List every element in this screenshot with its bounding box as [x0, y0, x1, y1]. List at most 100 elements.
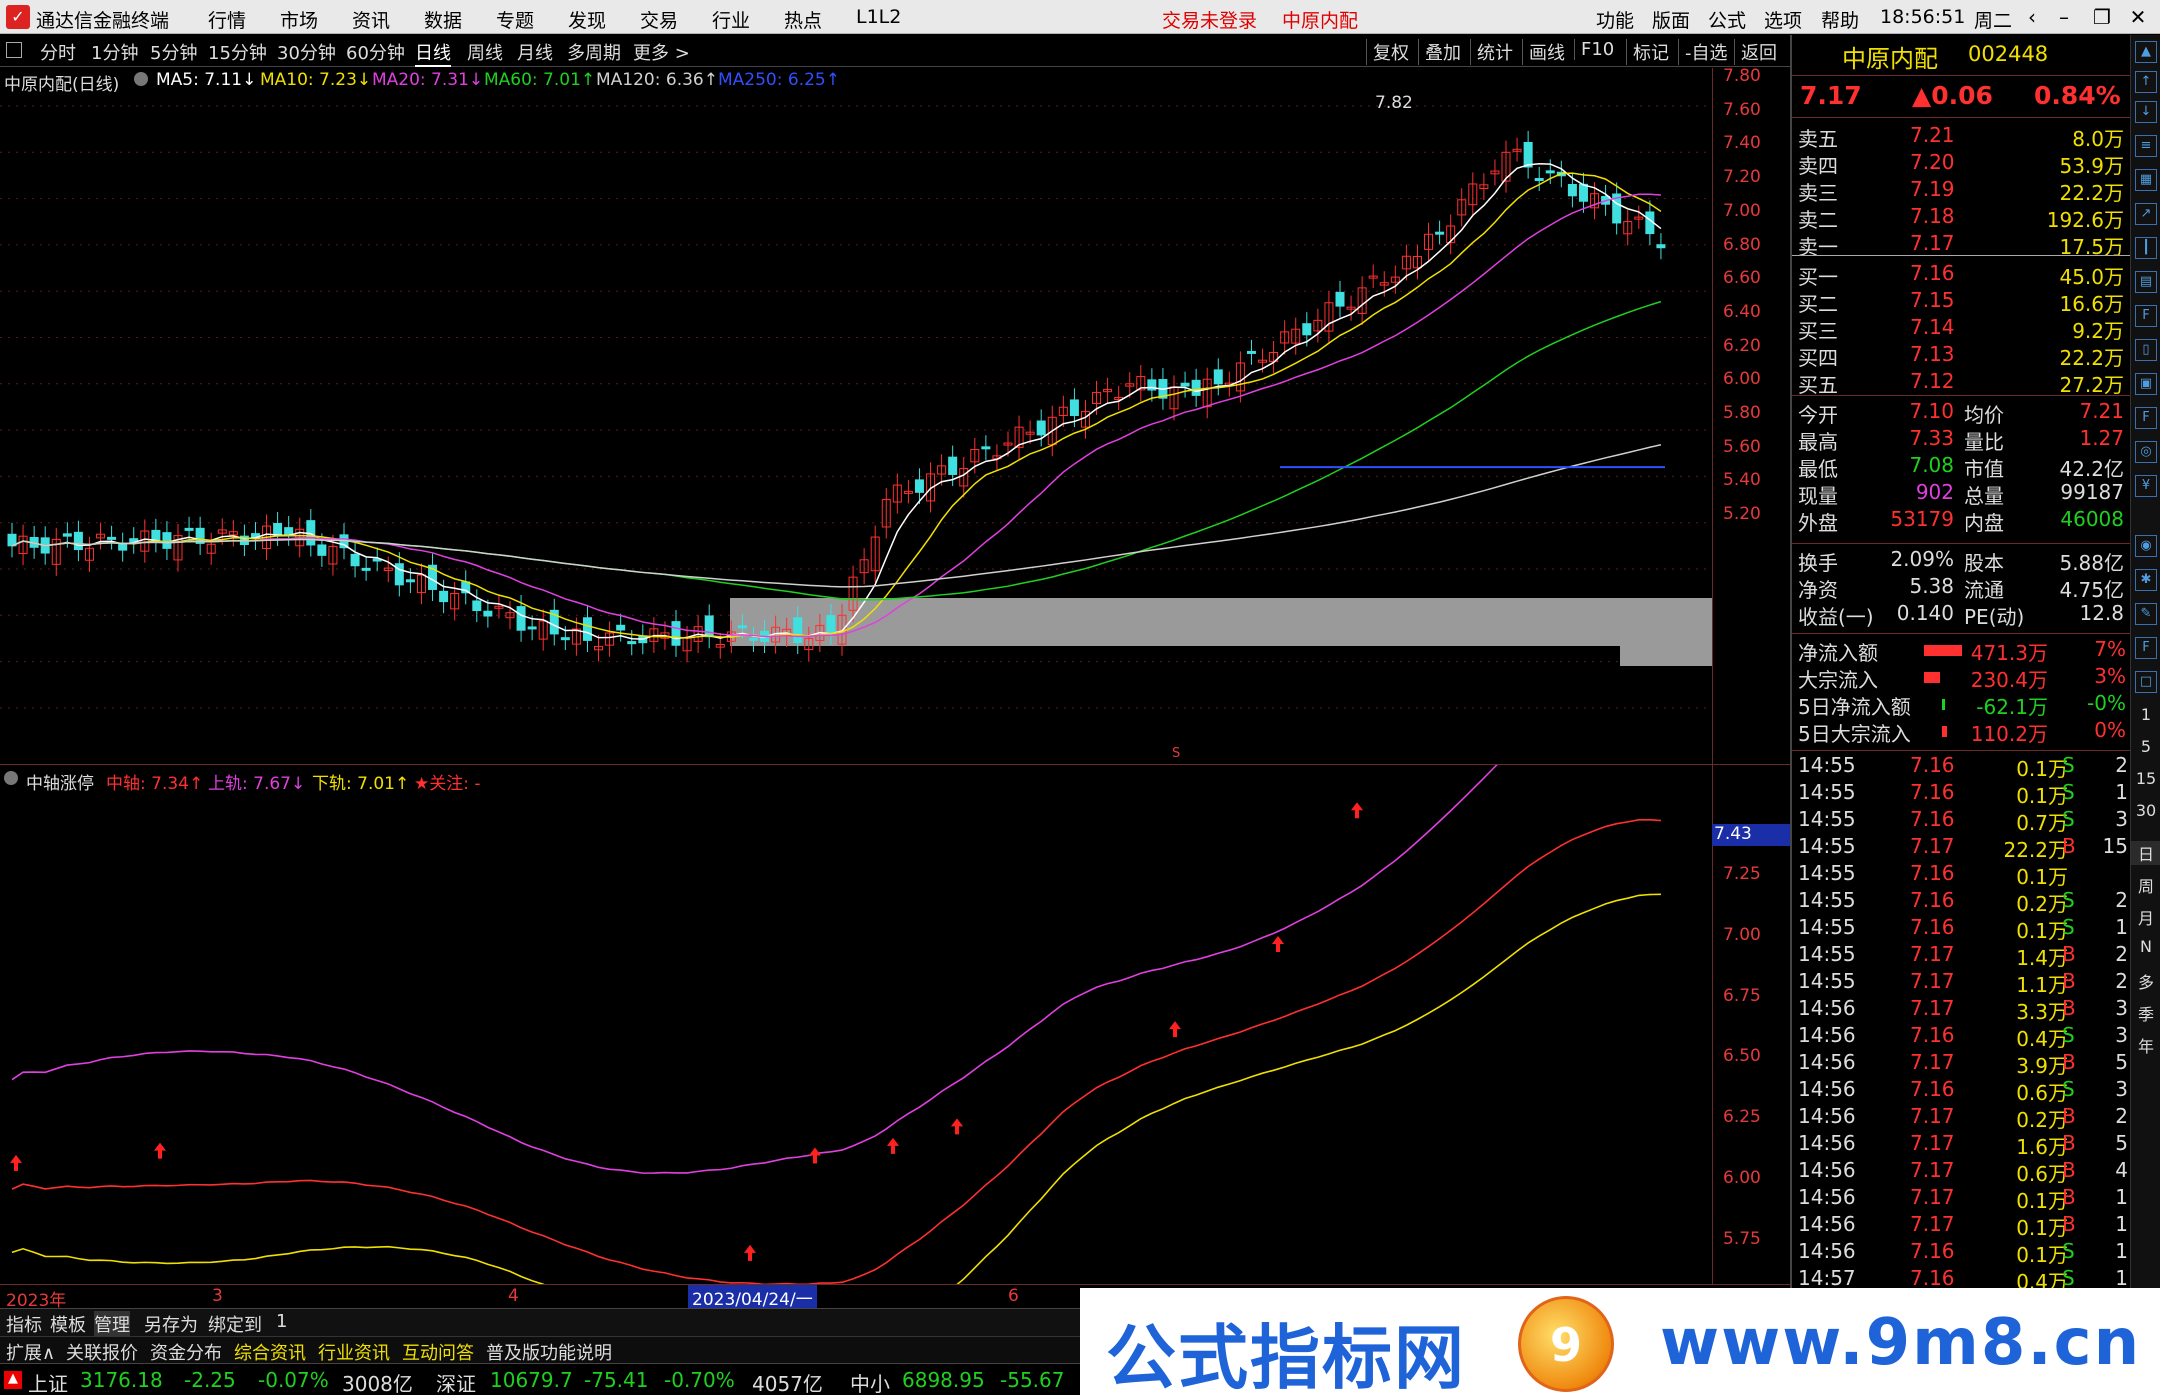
- tick-row[interactable]: 14:56 7.17 0.1万 B 1: [1792, 1212, 2132, 1240]
- bid-row[interactable]: 买一 7.16 45.0万: [1792, 261, 2132, 289]
- bid-row[interactable]: 买二 7.15 16.6万: [1792, 288, 2132, 316]
- ask-row[interactable]: 卖四 7.20 53.9万: [1792, 150, 2132, 178]
- tab-hudongwenda[interactable]: 互动问答: [402, 1339, 474, 1365]
- ask-row[interactable]: 卖五 7.21 8.0万: [1792, 123, 2132, 151]
- menu-hangye[interactable]: 行业: [712, 6, 750, 33]
- tick-row[interactable]: 14:56 7.17 0.1万 B 1: [1792, 1185, 2132, 1213]
- tick-row[interactable]: 14:55 7.16 0.1万 S 2: [1792, 753, 2132, 781]
- tab-multi-period[interactable]: 多周期: [567, 39, 621, 65]
- ask-row[interactable]: 卖一 7.17 17.5万: [1792, 231, 2132, 259]
- tab-60min[interactable]: 60分钟: [346, 39, 405, 65]
- list-icon[interactable]: ≡: [2135, 135, 2157, 157]
- tab-guanli[interactable]: 管理: [94, 1311, 130, 1337]
- side-multi[interactable]: 多: [2131, 969, 2160, 993]
- tab-pujiban[interactable]: 普及版功能说明: [486, 1339, 612, 1365]
- menu-hangqing[interactable]: 行情: [208, 6, 246, 33]
- tab-guanlianbaojia[interactable]: 关联报价: [66, 1339, 138, 1365]
- money-icon[interactable]: ¥: [2135, 475, 2157, 497]
- stat-row[interactable]: 现量 902 总量 99187: [1792, 480, 2132, 508]
- weibo-icon[interactable]: ◉: [2135, 535, 2157, 557]
- menu-banmian[interactable]: 版面: [1652, 6, 1690, 33]
- side-n[interactable]: N: [2131, 937, 2160, 956]
- menu-gongshi[interactable]: 公式: [1708, 6, 1746, 33]
- tab-1min[interactable]: 1分钟: [91, 39, 138, 65]
- tab-zonghezixun[interactable]: 综合资讯: [234, 1339, 306, 1365]
- idx-sz-name[interactable]: 深证: [436, 1368, 476, 1395]
- tab-zijinfenbu[interactable]: 资金分布: [150, 1339, 222, 1365]
- menu-bangzhu[interactable]: 帮助: [1821, 6, 1859, 33]
- btn-huaxian[interactable]: 画线: [1522, 39, 1565, 65]
- box-icon[interactable]: □: [2135, 671, 2157, 693]
- stat-row[interactable]: 今开 7.10 均价 7.21: [1792, 399, 2132, 427]
- menu-zhuanti[interactable]: 专题: [496, 6, 534, 33]
- side-year[interactable]: 年: [2131, 1033, 2160, 1057]
- tick-row[interactable]: 14:56 7.16 0.1万 S 1: [1792, 1239, 2132, 1267]
- btn-f10[interactable]: F10: [1574, 39, 1614, 60]
- btn-tongji[interactable]: 统计: [1470, 39, 1513, 65]
- tab-15min[interactable]: 15分钟: [208, 39, 267, 65]
- cycle-icon[interactable]: ◎: [2135, 441, 2157, 463]
- menu-gongneng[interactable]: 功能: [1596, 6, 1634, 33]
- stat2-row[interactable]: 收益(一) 0.140 PE(动) 12.8: [1792, 601, 2132, 629]
- back-arrow-icon[interactable]: ‹: [2016, 3, 2048, 31]
- chart-box-icon[interactable]: ▣: [2135, 373, 2157, 395]
- btn-biaoji[interactable]: 标记: [1626, 39, 1669, 65]
- panel-toggle-icon[interactable]: [6, 42, 22, 58]
- kline-icon[interactable]: ┃: [2135, 237, 2157, 259]
- close-icon[interactable]: ✕: [2122, 3, 2154, 31]
- indicator-panel[interactable]: 中轴涨停 中轴: 7.34↑ 上轨: 7.67↓ 下轨: 7.01↑ ★关注: …: [0, 764, 1790, 1370]
- stat-row[interactable]: 最高 7.33 量比 1.27: [1792, 426, 2132, 454]
- tab-moban[interactable]: 模板: [50, 1311, 86, 1337]
- pen-icon[interactable]: ✎: [2135, 603, 2157, 625]
- line-chart-icon[interactable]: ↗: [2135, 203, 2157, 225]
- arrow-down-icon[interactable]: ↓: [2135, 101, 2157, 123]
- menu-jiaoyi[interactable]: 交易: [640, 6, 678, 33]
- bid-row[interactable]: 买四 7.13 22.2万: [1792, 342, 2132, 370]
- f10-icon[interactable]: F: [2135, 305, 2157, 327]
- stat2-row[interactable]: 换手 2.09% 股本 5.88亿: [1792, 547, 2132, 575]
- grid-icon[interactable]: ▦: [2135, 169, 2157, 191]
- menu-redian[interactable]: 热点: [784, 6, 822, 33]
- trade-login-status[interactable]: 交易未登录: [1162, 6, 1257, 33]
- idx-zx-name[interactable]: 中小: [850, 1368, 890, 1395]
- menu-l1l2[interactable]: L1L2: [856, 6, 901, 28]
- bid-row[interactable]: 买三 7.14 9.2万: [1792, 315, 2132, 343]
- tab-1[interactable]: 1: [276, 1311, 287, 1332]
- tick-row[interactable]: 14:56 7.17 3.9万 B 5: [1792, 1050, 2132, 1078]
- tick-row[interactable]: 14:55 7.16 0.2万 S 2: [1792, 888, 2132, 916]
- side-num-5[interactable]: 5: [2131, 737, 2160, 756]
- arrow-up-icon[interactable]: ↑: [2135, 71, 2157, 93]
- tick-row[interactable]: 14:55 7.17 1.1万 B 2: [1792, 969, 2132, 997]
- tick-row[interactable]: 14:55 7.17 22.2万 B 15: [1792, 834, 2132, 862]
- flow-row[interactable]: 净流入额 471.3万 7%: [1792, 637, 2132, 665]
- tab-kuozhan[interactable]: 扩展∧: [6, 1339, 55, 1365]
- tick-row[interactable]: 14:56 7.16 0.6万 S 3: [1792, 1077, 2132, 1105]
- ask-row[interactable]: 卖二 7.18 192.6万: [1792, 204, 2132, 232]
- tick-row[interactable]: 14:55 7.16 0.1万 S 1: [1792, 915, 2132, 943]
- kline-panel[interactable]: 中原内配(日线) MA5: 7.11↓ MA10: 7.23↓ MA20: 7.…: [0, 66, 1790, 764]
- flow-row[interactable]: 5日净流入额 -62.1万 -0%: [1792, 691, 2132, 719]
- table-icon[interactable]: ▤: [2135, 271, 2157, 293]
- minimize-icon[interactable]: –: [2048, 3, 2080, 31]
- btn-diejia[interactable]: 叠加: [1418, 39, 1461, 65]
- bid-row[interactable]: 买五 7.12 27.2万: [1792, 369, 2132, 397]
- btn-fanhui[interactable]: 返回: [1734, 39, 1777, 65]
- tick-row[interactable]: 14:56 7.17 1.6万 B 5: [1792, 1131, 2132, 1159]
- restore-icon[interactable]: ❐: [2086, 3, 2118, 31]
- f5-icon[interactable]: F: [2135, 637, 2157, 659]
- menu-zixun[interactable]: 资讯: [352, 6, 390, 33]
- flow-row[interactable]: 5日大宗流入 110.2万 0%: [1792, 718, 2132, 746]
- menu-faxian[interactable]: 发现: [568, 6, 606, 33]
- side-season[interactable]: 季: [2131, 1001, 2160, 1025]
- lookup-icon[interactable]: ✱: [2135, 569, 2157, 591]
- tick-row[interactable]: 14:56 7.17 0.6万 B 4: [1792, 1158, 2132, 1186]
- tab-monthly[interactable]: 月线: [517, 39, 553, 65]
- tick-row[interactable]: 14:55 7.16 0.1万 S 1: [1792, 780, 2132, 808]
- side-num-15[interactable]: 15: [2131, 769, 2160, 788]
- tick-row[interactable]: 14:55 7.17 1.4万 B 2: [1792, 942, 2132, 970]
- tick-row[interactable]: 14:56 7.16 0.4万 S 3: [1792, 1023, 2132, 1051]
- flow-row[interactable]: 大宗流入 230.4万 3%: [1792, 664, 2132, 692]
- tick-row[interactable]: 14:55 7.16 0.7万 S 3: [1792, 807, 2132, 835]
- tab-lingcunwei[interactable]: 另存为: [144, 1311, 198, 1337]
- btn-zixuan[interactable]: -自选: [1678, 39, 1728, 65]
